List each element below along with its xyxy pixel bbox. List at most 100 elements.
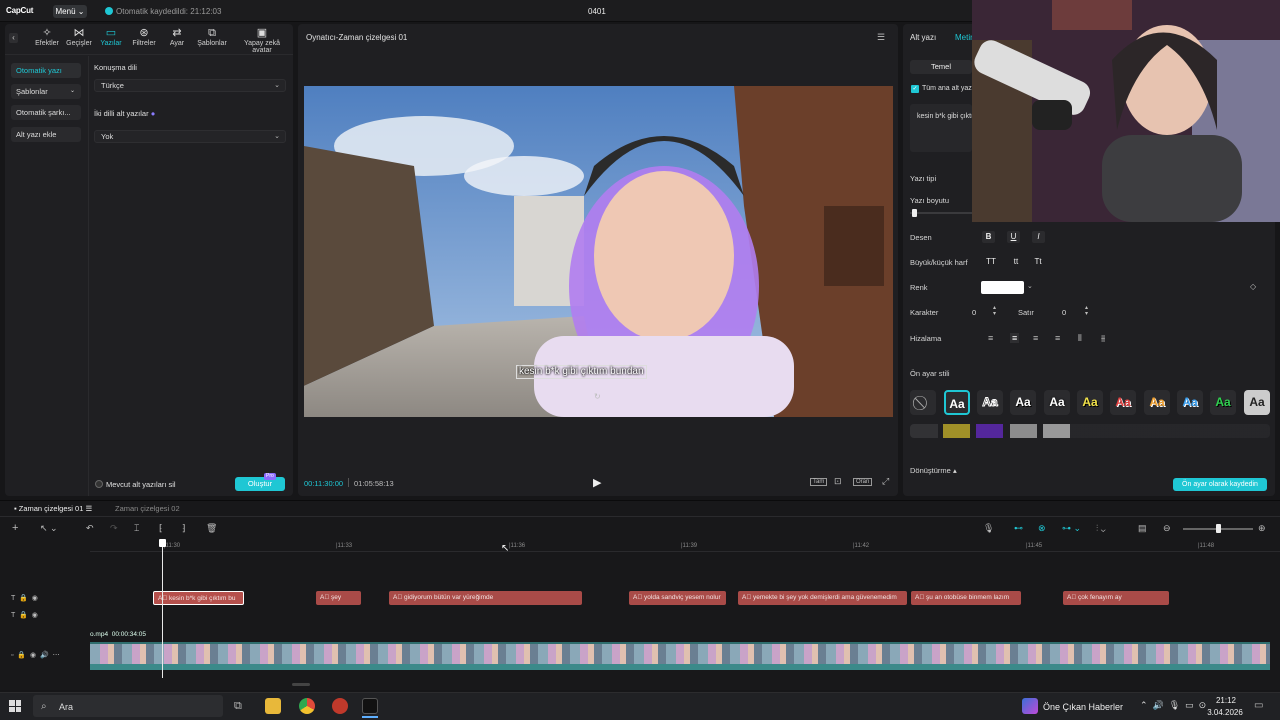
subnav-add-caption[interactable]: Alt yazı ekle — [11, 127, 81, 142]
apply-all-checkbox[interactable]: ✓ — [911, 85, 919, 93]
italic-button[interactable]: I — [1032, 231, 1045, 243]
tab-adjust[interactable]: ⇄ Ayar — [160, 27, 194, 47]
subnav-templates[interactable]: Şablonlar ⌄ — [11, 84, 81, 99]
caption-icon[interactable]: ▤ — [1138, 523, 1147, 534]
tab-timeline-1[interactable]: ▪ Zaman çizelgesi 01 ☰ — [14, 504, 92, 513]
subnav-auto-lyrics[interactable]: Otomatik şarkı... — [11, 105, 81, 120]
obs-icon[interactable] — [332, 698, 348, 714]
keyframe-icon[interactable]: ◇ — [1250, 282, 1256, 291]
underline-button[interactable]: U — [1007, 231, 1020, 243]
tab-ai-avatar[interactable]: ▣ Yapay zekâ avatar — [234, 27, 290, 54]
preset-row-2[interactable] — [910, 424, 1270, 438]
split-icon[interactable]: ⌶ — [134, 523, 139, 534]
caption-clip[interactable]: A⃞ yemekte bi şey yok demişlerdi ama güv… — [738, 591, 907, 605]
bilingual-select[interactable]: Yok ⌄ — [94, 130, 286, 143]
char-spacing-input[interactable]: 0 — [972, 308, 976, 317]
play-icon[interactable]: ▶ — [593, 476, 601, 489]
microphone-icon[interactable]: 🎙 — [983, 523, 994, 534]
notification-icon[interactable]: ▭ — [1254, 700, 1263, 711]
zoom-slider-handle[interactable] — [1216, 524, 1221, 533]
capcut-icon[interactable] — [362, 698, 378, 714]
tab-effects[interactable]: ✧ Efektler — [30, 27, 64, 47]
rotate-icon[interactable]: ↻ — [594, 392, 601, 401]
zoom-out-icon[interactable]: ⊖ — [1163, 523, 1171, 534]
redo-icon[interactable]: ↷ — [110, 523, 118, 534]
video-track-controls[interactable]: ▫ 🔒 ◉ 🔊 ⋯ — [11, 651, 60, 659]
video-clip[interactable] — [90, 642, 1270, 670]
menu-icon[interactable]: ☰ — [877, 32, 885, 43]
screenshot-icon[interactable]: ⊡ — [834, 476, 842, 487]
preset-style[interactable]: Aa — [1044, 390, 1070, 415]
tab-timeline-2[interactable]: Zaman çizelgesi 02 — [115, 504, 180, 513]
preset-style[interactable]: Aa — [944, 390, 970, 415]
windows-start-icon[interactable] — [9, 700, 21, 712]
trim-left-icon[interactable]: ⁅ — [159, 523, 163, 534]
no-style-icon[interactable]: ⃠ — [910, 390, 936, 415]
clock-date[interactable]: 3.04.2026 — [1205, 708, 1245, 717]
chrome-icon[interactable] — [299, 698, 315, 714]
preset-style[interactable]: Aa — [1244, 390, 1270, 415]
color-swatch[interactable] — [981, 281, 1024, 294]
trim-right-icon[interactable]: ⁆ — [182, 523, 186, 534]
news-widget-label[interactable]: Öne Çıkan Haberler — [1043, 702, 1123, 712]
subtitle-overlay[interactable]: kesin b*k gibi çıktım bundan — [516, 365, 647, 379]
line-spacing-input[interactable]: 0 — [1062, 308, 1066, 317]
fullscreen-quality-icon[interactable]: Tam — [810, 478, 828, 486]
caption-clip[interactable]: A⃞ yolda sandviç yesem nolur — [629, 591, 726, 605]
preset-style[interactable]: Aa — [977, 390, 1003, 415]
align-vertical-icon[interactable]: ⫴ — [1078, 333, 1082, 344]
link-icon[interactable]: ⊷ — [1014, 523, 1023, 534]
snap-icon[interactable]: ⊗ — [1038, 523, 1046, 534]
subnav-auto-caption[interactable]: Otomatik yazı — [11, 63, 81, 78]
case-lower-button[interactable]: tt — [1008, 256, 1024, 268]
fullscreen-icon[interactable]: ⤢ — [882, 476, 889, 487]
preset-style[interactable]: Aa — [1210, 390, 1236, 415]
tab-filters[interactable]: ⊛ Filtreler — [127, 27, 161, 47]
playhead-handle[interactable] — [159, 539, 166, 547]
tab-transitions[interactable]: ⋈ Geçişler — [62, 27, 96, 47]
news-widget-icon[interactable] — [1022, 698, 1038, 714]
save-preset-button[interactable]: Ön ayar olarak kaydedin — [1173, 478, 1267, 491]
preset-style[interactable]: Aa — [1144, 390, 1170, 415]
align-vertical-center-icon[interactable]: ⫵ — [1101, 333, 1105, 344]
preset-style[interactable]: Aa — [1010, 390, 1036, 415]
delete-icon[interactable]: 🗑 — [206, 523, 217, 534]
align-center-icon[interactable]: ≡ — [1010, 333, 1020, 343]
size-slider[interactable] — [910, 212, 972, 214]
align-justify-icon[interactable]: ≡ — [1055, 333, 1060, 343]
clear-captions-checkbox[interactable] — [95, 480, 103, 488]
bold-button[interactable]: B — [982, 231, 995, 243]
task-view-icon[interactable]: ⧉ — [234, 700, 242, 713]
stepper-icon[interactable]: ▴ ▾ — [993, 305, 996, 317]
size-slider-handle[interactable] — [912, 209, 917, 217]
tab-templates[interactable]: ⧉ Şablonlar — [195, 27, 229, 47]
file-explorer-icon[interactable] — [265, 698, 281, 714]
menu-button[interactable]: Menü ⌄ — [53, 5, 87, 18]
zoom-in-icon[interactable]: ⊕ — [1258, 523, 1266, 534]
caption-clip[interactable]: A⃞ kesin b*k gibi çıktım bu — [153, 591, 244, 605]
preview-axis-icon[interactable]: ⫶ ⌄ — [1096, 523, 1106, 534]
chevron-down-icon[interactable]: ⌄ — [1027, 282, 1033, 290]
tab-text[interactable]: ▭ Yazılar — [94, 27, 128, 47]
caption-clip[interactable]: A⃞ şey — [316, 591, 361, 605]
ratio-button[interactable]: Oran — [853, 478, 873, 486]
stepper-icon[interactable]: ▴ ▾ — [1085, 305, 1088, 317]
caption-clip[interactable]: A⃞ çok fenayım ay — [1063, 591, 1169, 605]
generate-button[interactable]: Oluştur — [235, 477, 285, 491]
timeline-scrollbar[interactable] — [292, 683, 310, 686]
caption-clip[interactable]: A⃞ gidiyorum bütün var yüreğimde — [389, 591, 582, 605]
caption-clip[interactable]: A⃞ şu an otobüse binmem lazım — [911, 591, 1021, 605]
case-upper-button[interactable]: TT — [983, 256, 999, 268]
clock-time[interactable]: 21:12 — [1212, 696, 1240, 705]
playhead[interactable] — [162, 540, 163, 678]
preset-style[interactable]: Aa — [1077, 390, 1103, 415]
tray-icons[interactable]: ⌃ 🔊 🎙 ▭ ⊙ — [1140, 700, 1206, 711]
magnet-icon[interactable]: ⊶ ⌄ — [1062, 523, 1081, 534]
preset-style[interactable]: Aa — [1110, 390, 1136, 415]
align-right-icon[interactable]: ≡ — [1033, 333, 1038, 343]
tab-caption[interactable]: Alt yazı — [910, 33, 936, 42]
caption-text-input[interactable]: kesin b*k gibi çıktım — [910, 104, 972, 152]
undo-icon[interactable]: ↶ — [86, 523, 94, 534]
preset-style[interactable]: Aa — [1177, 390, 1203, 415]
speech-language-select[interactable]: Türkçe ⌄ — [94, 79, 286, 92]
